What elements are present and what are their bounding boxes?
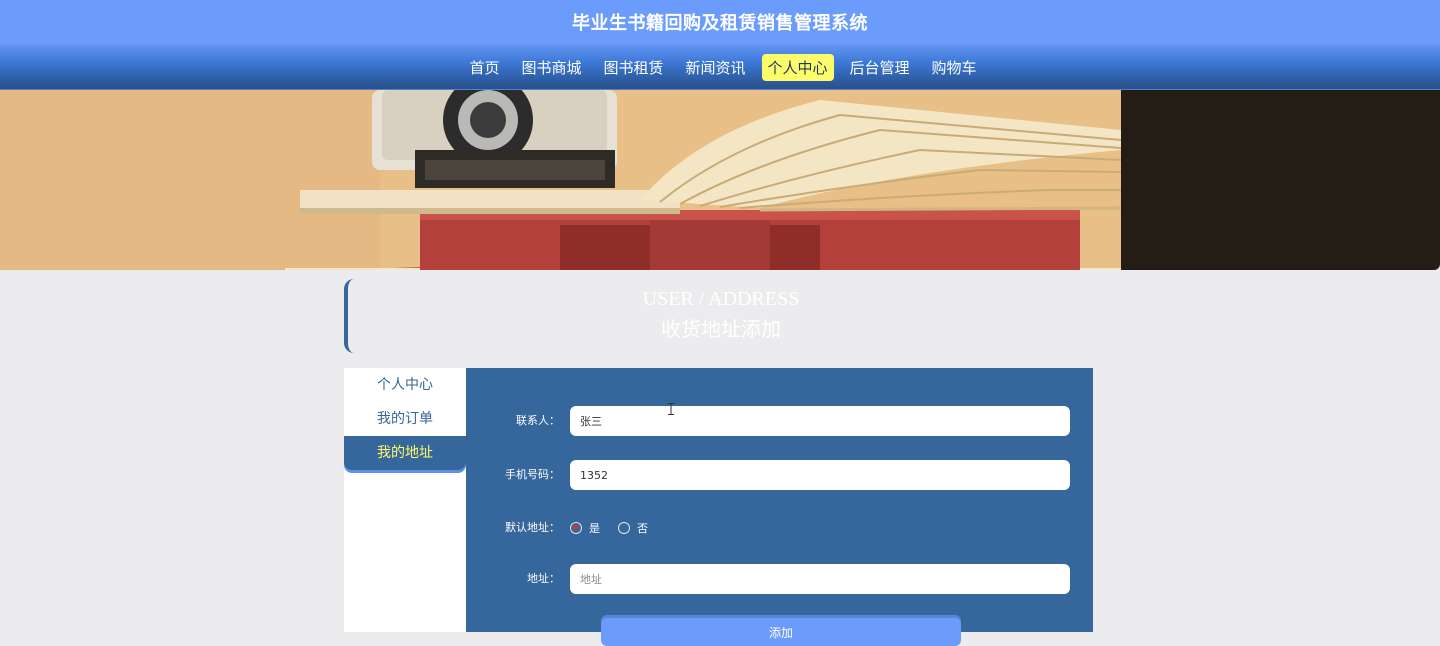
contact-label: 联系人： [516, 414, 560, 427]
nav-list: 首页 图书商城 图书租赁 新闻资讯 个人中心 后台管理 购物车 [463, 53, 983, 81]
nav-item-admin[interactable]: 后台管理 [844, 54, 916, 81]
nav-item-cart[interactable]: 购物车 [926, 54, 983, 81]
main-nav: 首页 图书商城 图书租赁 新闻资讯 个人中心 后台管理 购物车 [0, 44, 1440, 90]
section-header: USER / ADDRESS 收货地址添加 [344, 279, 1094, 353]
hero-banner [0, 90, 1440, 270]
address-input[interactable] [570, 564, 1070, 594]
radio-yes-circle[interactable] [570, 522, 582, 534]
nav-item-book-mall[interactable]: 图书商城 [515, 54, 587, 81]
site-header: 毕业生书籍回购及租赁销售管理系统 [0, 0, 1440, 44]
add-button[interactable]: 添加 [601, 618, 961, 646]
phone-label: 手机号码： [505, 468, 560, 481]
radio-no-label: 否 [637, 522, 648, 535]
nav-item-personal-center[interactable]: 个人中心 [761, 53, 834, 81]
default-label: 默认地址： [505, 521, 560, 534]
default-radio-group: 是 否 [570, 513, 666, 543]
nav-item-home[interactable]: 首页 [463, 54, 505, 81]
section-title-cn: 收货地址添加 [661, 319, 781, 341]
banner-image [0, 90, 1125, 270]
radio-yes-label: 是 [589, 522, 600, 535]
radio-no-circle[interactable] [618, 522, 630, 534]
address-label: 地址： [527, 572, 560, 585]
phone-input[interactable] [570, 460, 1070, 490]
address-form: 联系人： 手机号码： 默认地址： 是 否 地址： 添加 [466, 368, 1093, 646]
section-title-en: USER / ADDRESS [642, 288, 800, 310]
form-row-default: 默认地址： 是 否 [466, 513, 1093, 543]
site-title: 毕业生书籍回购及租赁销售管理系统 [572, 13, 868, 34]
form-row-address: 地址： [466, 564, 1093, 594]
nav-item-book-rental[interactable]: 图书租赁 [597, 54, 669, 81]
form-row-phone: 手机号码： [466, 460, 1093, 490]
contact-input[interactable] [570, 406, 1070, 436]
user-sidebar: 个人中心 我的订单 我的地址 [344, 368, 466, 632]
sidebar-item-personal-center[interactable]: 个人中心 [344, 368, 466, 402]
nav-item-news[interactable]: 新闻资讯 [679, 54, 751, 81]
sidebar-item-my-address[interactable]: 我的地址 [344, 436, 466, 470]
form-row-contact: 联系人： [466, 406, 1093, 436]
text-cursor-icon [668, 403, 674, 415]
sidebar-item-my-orders[interactable]: 我的订单 [344, 402, 466, 436]
radio-default-no[interactable]: 否 [618, 520, 648, 536]
radio-default-yes[interactable]: 是 [570, 520, 600, 536]
banner-illustration [0, 90, 1125, 270]
